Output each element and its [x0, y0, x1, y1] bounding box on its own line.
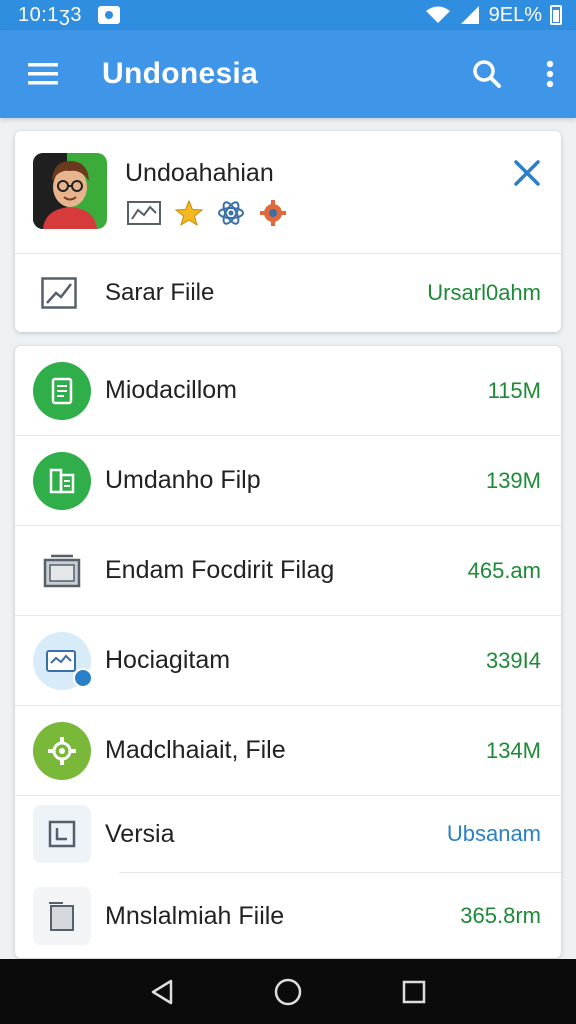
file-icon — [33, 887, 91, 945]
profile-card: Undoahahian Sarar Fiile Ursarl0ahm — [15, 131, 561, 332]
file-size: 139M — [485, 467, 541, 493]
list-item[interactable]: Madclhaiait, File 134M — [15, 706, 561, 796]
profile-name: Undoahahian — [125, 159, 274, 187]
chart-file-icon — [41, 277, 77, 309]
wifi-icon — [425, 6, 450, 23]
list-item[interactable]: Versia Ubsanam — [15, 796, 561, 872]
atom-badge-icon — [218, 201, 244, 225]
battery-icon — [550, 5, 562, 25]
navigation-bar — [0, 959, 576, 1024]
menu-icon[interactable] — [28, 62, 60, 86]
list-item[interactable]: Endam Focdirit Filag 465.am — [15, 526, 561, 616]
app-bar: Undonesia — [0, 30, 576, 118]
more-vert-icon[interactable] — [546, 60, 554, 88]
gear-badge-icon — [260, 200, 286, 226]
share-file-row[interactable]: Sarar Fiile Ursarl0ahm — [15, 261, 561, 325]
file-size: Ubsanam — [446, 821, 541, 846]
divider — [119, 872, 561, 873]
status-time: 10:1ʒ3 — [18, 3, 82, 26]
document-icon — [33, 361, 91, 420]
file-name: Mnslalmiah Fiile — [105, 901, 285, 930]
file-size: 115M — [487, 377, 541, 403]
file-name: Hociagitam — [105, 646, 231, 674]
back-icon[interactable] — [149, 978, 175, 1006]
battery-percent: 9EL% — [488, 3, 542, 26]
app-title: Undonesia — [102, 57, 259, 90]
recents-icon[interactable] — [401, 979, 427, 1005]
list-item[interactable]: Umdanho Filp 139M — [15, 436, 561, 526]
file-size: 465.am — [467, 557, 541, 583]
home-icon[interactable] — [273, 977, 303, 1007]
list-item[interactable]: Hociagitam 339I4 — [15, 616, 561, 706]
file-size: 339I4 — [485, 647, 541, 673]
search-icon[interactable] — [472, 59, 502, 89]
close-icon[interactable] — [513, 159, 541, 187]
share-file-label: Sarar Fiile — [105, 279, 215, 306]
avatar — [33, 153, 107, 229]
file-list: Miodacillom 115M Umdanho Filp 139M Endam… — [15, 346, 561, 958]
status-bar: 10:1ʒ3 9EL% — [0, 0, 576, 30]
file-name: Umdanho Filp — [105, 466, 261, 494]
file-name: Versia — [105, 819, 175, 848]
list-item[interactable]: Miodacillom 115M — [15, 346, 561, 436]
version-icon — [33, 805, 91, 863]
document-icon — [33, 451, 91, 510]
signal-icon — [460, 6, 479, 24]
star-badge-icon — [175, 200, 203, 226]
notification-icon — [97, 6, 120, 24]
file-name: Miodacillom — [105, 376, 237, 404]
share-file-value: Ursarl0ahm — [427, 280, 541, 305]
chart-badge-icon — [127, 201, 161, 225]
settings-icon — [33, 721, 91, 780]
list-item[interactable]: Mnslalmiah Fiile 365.8rm — [15, 874, 561, 958]
file-size: 134M — [485, 737, 541, 763]
info-badge-icon — [73, 667, 93, 688]
status-right: 9EL% — [425, 4, 562, 27]
badge-list — [127, 199, 287, 227]
file-name: Madclhaiait, File — [105, 736, 286, 764]
folder-icon — [33, 542, 91, 600]
image-icon — [33, 631, 93, 690]
divider — [15, 253, 561, 254]
file-name: Endam Focdirit Filag — [105, 556, 335, 584]
file-size: 365.8rm — [460, 903, 541, 928]
